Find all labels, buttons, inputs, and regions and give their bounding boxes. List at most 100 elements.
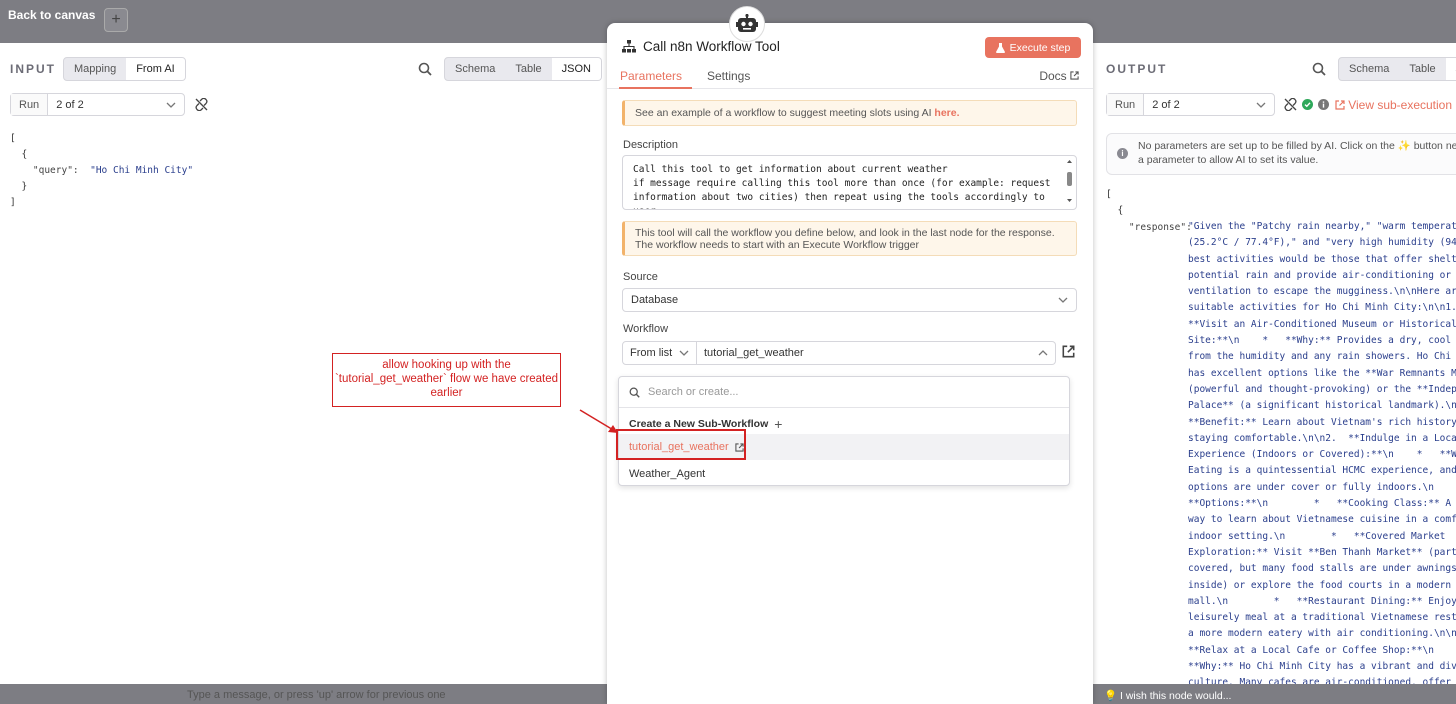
open-workflow-icon[interactable] xyxy=(1062,345,1075,358)
annotation-highlight xyxy=(616,429,746,460)
response-line: way to learn about Vietnamese cuisine in… xyxy=(1188,514,1456,526)
node-tabs: Parameters Settings Docs xyxy=(607,67,1093,89)
response-line: Exploration:** Visit **Ben Thanh Market*… xyxy=(1188,546,1456,558)
node-title: Call n8n Workflow Tool xyxy=(622,39,780,54)
ai-parameters-info: i No parameters are set up to be filled … xyxy=(1106,133,1456,175)
workflow-label: Workflow xyxy=(623,323,669,335)
tab-table[interactable]: Table xyxy=(505,58,551,80)
view-sub-execution-link[interactable]: View sub-execution xyxy=(1335,98,1452,112)
source-select[interactable]: Database xyxy=(622,288,1077,312)
search-icon[interactable] xyxy=(1312,62,1326,76)
response-value: "Given the "Patchy rain nearby," "warm t… xyxy=(1188,219,1456,684)
tab-json[interactable]: JSON xyxy=(551,58,601,80)
run-select[interactable]: 2 of 2 xyxy=(1144,99,1274,111)
unlink-icon[interactable] xyxy=(195,98,208,111)
info-icon xyxy=(1318,99,1330,110)
docs-link[interactable]: Docs xyxy=(1039,69,1079,83)
output-panel: OUTPUT Schema Table J Run 2 of 2 xyxy=(1093,43,1456,684)
input-run-selector: Run 2 of 2 xyxy=(10,93,208,116)
description-textarea[interactable]: Call this tool to get information about … xyxy=(622,155,1077,210)
execute-step-button[interactable]: Execute step xyxy=(985,37,1081,58)
response-key: "response": xyxy=(1128,221,1192,233)
chat-input[interactable]: Type a message, or press 'up' arrow for … xyxy=(187,689,446,701)
response-line: staying comfortable.\n\n2. **Indulge in … xyxy=(1188,432,1456,444)
source-label: Source xyxy=(623,271,658,283)
input-mode-toggle: Mapping From AI xyxy=(63,57,186,81)
input-title: INPUT xyxy=(10,62,56,76)
output-run-selector: Run 2 of 2 View sub-execution xyxy=(1106,93,1452,116)
response-line: **Why:** Ho Chi Minh City has a vibrant … xyxy=(1188,661,1456,673)
response-line: has excellent options like the **War Rem… xyxy=(1188,367,1456,379)
response-line: mall.\n * **Restaurant Dining:** Enjoy a xyxy=(1188,595,1456,607)
success-check-icon xyxy=(1302,99,1314,110)
chevron-up-icon xyxy=(1038,350,1048,356)
add-node-button[interactable]: + xyxy=(104,8,128,32)
search-icon[interactable] xyxy=(418,62,432,76)
output-title: OUTPUT xyxy=(1106,62,1168,76)
chevron-down-icon xyxy=(1058,297,1068,303)
response-line: indoor setting.\n * **Covered Market xyxy=(1188,530,1446,542)
example-link[interactable]: here. xyxy=(934,107,959,119)
input-json: [ { "query": "Ho Chi Minh City" } ] xyxy=(10,133,194,208)
tab-mapping[interactable]: Mapping xyxy=(64,58,126,80)
sitemap-icon xyxy=(622,40,636,53)
response-line: suitable activities for Ho Chi Minh City… xyxy=(1188,302,1456,314)
input-view-toggle: Schema Table JSON xyxy=(444,57,602,81)
workflow-option-weather-agent[interactable]: Weather_Agent xyxy=(619,461,1069,487)
chevron-down-icon xyxy=(679,350,689,356)
example-hint: See an example of a workflow to suggest … xyxy=(622,100,1077,126)
tab-parameters[interactable]: Parameters xyxy=(620,69,682,83)
tab-schema[interactable]: Schema xyxy=(445,58,505,80)
response-line: "Given the "Patchy rain nearby," "warm t… xyxy=(1188,221,1456,232)
response-line: inside) or explore the food courts in a … xyxy=(1188,579,1456,591)
run-value: 2 of 2 xyxy=(1152,98,1180,111)
response-line: a more modern eatery with air conditioni… xyxy=(1188,628,1456,640)
workflow-selector: From list tutorial_get_weather xyxy=(622,341,1056,365)
response-line: potential rain and provide air-condition… xyxy=(1188,269,1456,281)
response-line: Palace** (a significant historical landm… xyxy=(1188,400,1456,412)
response-line: (25.2°C / 77.4°F)," and "very high humid… xyxy=(1188,237,1456,249)
feedback-link[interactable]: 💡 I wish this node would... xyxy=(1104,689,1231,702)
response-line: Experience (Indoors or Covered):**\n * *… xyxy=(1188,449,1456,461)
response-line: best activities would be those that offe… xyxy=(1188,253,1456,265)
response-line: **Benefit:** Learn about Vietnam's rich … xyxy=(1188,416,1456,428)
annotation-callout: allow hooking up with the `tutorial_get_… xyxy=(332,353,561,407)
response-line: from the humidity and any rain showers. … xyxy=(1188,351,1456,363)
back-to-canvas-link[interactable]: Back to canvas xyxy=(8,8,95,22)
tab-from-ai[interactable]: From AI xyxy=(126,58,185,80)
response-line: covered, but many food stalls are under … xyxy=(1188,563,1456,575)
lightbulb-icon: 💡 xyxy=(1104,690,1118,702)
scrollbar[interactable] xyxy=(1066,159,1073,207)
annotation-arrow xyxy=(579,409,618,433)
external-link-icon xyxy=(1070,71,1079,80)
response-hint: This tool will call the workflow you def… xyxy=(622,221,1077,256)
response-line: **Options:**\n * **Cooking Class:** A fa… xyxy=(1188,498,1456,510)
description-label: Description xyxy=(623,139,679,151)
tab-schema[interactable]: Schema xyxy=(1339,58,1399,80)
run-label: Run xyxy=(1107,94,1145,115)
active-tab-indicator xyxy=(619,87,692,89)
chevron-down-icon xyxy=(166,102,176,108)
workflow-select[interactable]: tutorial_get_weather xyxy=(697,341,1056,365)
response-line: leisurely meal at a traditional Vietname… xyxy=(1188,612,1456,624)
tab-table[interactable]: Table xyxy=(1399,58,1445,80)
tab-json[interactable]: J xyxy=(1445,58,1456,80)
plus-icon: + xyxy=(774,416,783,432)
response-line: **Relax at a Local Cafe or Coffee Shop:*… xyxy=(1188,644,1456,656)
dropdown-search[interactable]: Search or create... xyxy=(619,377,1069,408)
chevron-down-icon xyxy=(1256,102,1266,108)
unlink-icon[interactable] xyxy=(1284,98,1297,111)
response-line: culture. Many cafes are air-conditioned,… xyxy=(1188,677,1452,684)
dropdown-search-placeholder: Search or create... xyxy=(648,386,739,398)
run-value: 2 of 2 xyxy=(56,98,84,111)
response-line: options are under cover or fully indoors… xyxy=(1188,481,1456,493)
robot-icon xyxy=(729,6,765,42)
workflow-mode-select[interactable]: From list xyxy=(622,341,697,365)
response-line: Eating is a quintessential HCMC experien… xyxy=(1188,465,1456,477)
response-line: Site:**\n * **Why:** Provides a dry, coo… xyxy=(1188,335,1456,347)
output-json-frame: [ { "response": xyxy=(1106,189,1192,233)
tab-settings[interactable]: Settings xyxy=(707,69,750,83)
run-select[interactable]: 2 of 2 xyxy=(48,99,184,111)
run-label: Run xyxy=(11,94,49,115)
response-line: (powerful and thought-provoking) or the … xyxy=(1188,383,1456,395)
